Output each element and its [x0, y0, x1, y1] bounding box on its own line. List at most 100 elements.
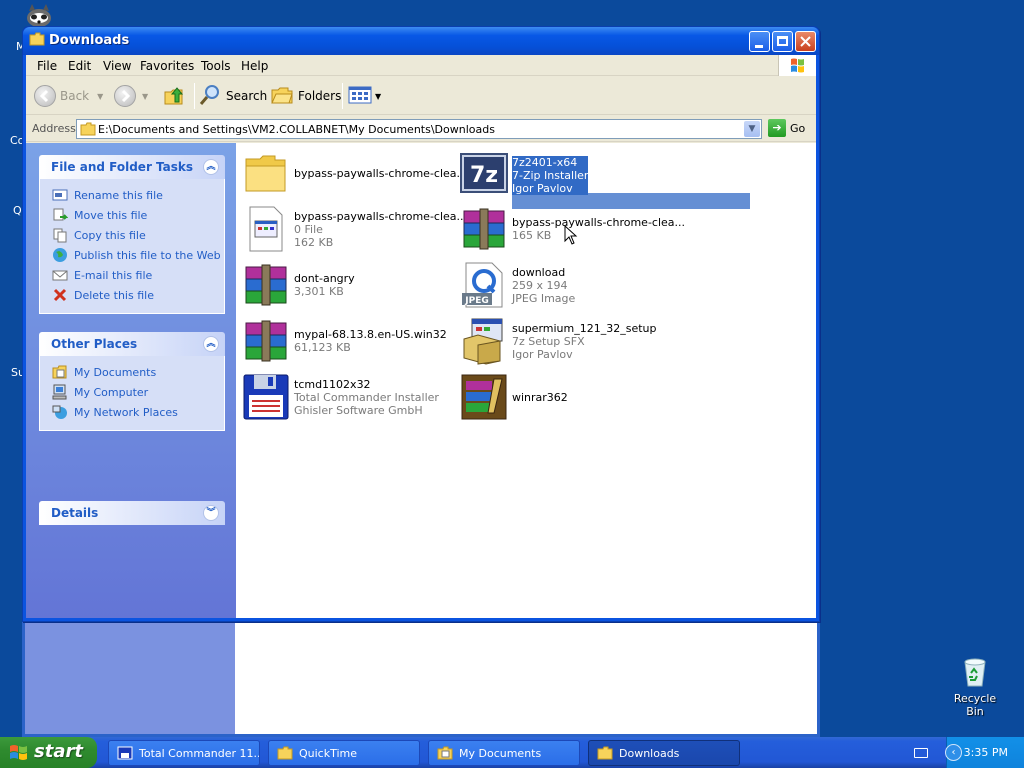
start-label: start — [34, 741, 83, 762]
maximize-button[interactable] — [772, 31, 793, 52]
task-rename-file[interactable]: Rename this file — [52, 185, 224, 205]
menu-view[interactable]: View — [103, 59, 131, 73]
file-item[interactable]: bypass-paywalls-chrome-clea... — [242, 149, 467, 197]
show-hidden-icons-chevron-icon[interactable]: ‹ — [945, 744, 962, 761]
title-bar[interactable]: Downloads — [23, 27, 819, 55]
task-email-file[interactable]: E-mail this file — [52, 265, 224, 285]
task-delete-file[interactable]: Delete this file — [52, 285, 224, 305]
place-label: My Network Places — [74, 405, 178, 419]
floppy-icon — [242, 373, 290, 421]
panel-title: Details — [51, 506, 99, 520]
taskbar-button-quicktime[interactable]: QuickTime — [268, 740, 420, 766]
taskbar-button-total-commander[interactable]: Total Commander 11.... — [108, 740, 260, 766]
place-label: My Documents — [74, 365, 157, 379]
taskbar-button-my-documents[interactable]: My Documents — [428, 740, 580, 766]
file-detail: 259 x 194 — [512, 278, 568, 292]
folder-icon — [597, 746, 613, 760]
panel-title: File and Folder Tasks — [51, 160, 194, 174]
task-publish-web[interactable]: Publish this file to the Web — [52, 245, 224, 265]
file-name: bypass-paywalls-chrome-clea... — [294, 166, 468, 180]
file-detail: 0 File — [294, 222, 323, 236]
address-input[interactable]: E:\Documents and Settings\VM2.COLLABNET\… — [76, 119, 762, 139]
my-computer-icon — [52, 384, 68, 400]
menu-favorites[interactable]: Favorites — [140, 59, 194, 73]
address-dropdown-button[interactable]: ▼ — [744, 121, 760, 137]
minimize-button[interactable] — [749, 31, 770, 52]
views-button[interactable]: ▼ — [348, 83, 381, 109]
file-detail: 3,301 KB — [294, 285, 344, 298]
system-tray: ‹ 3:35 PM — [945, 737, 1024, 768]
taskbar-button-downloads[interactable]: Downloads — [588, 740, 740, 766]
place-my-computer[interactable]: My Computer — [52, 382, 224, 402]
file-item[interactable]: winrar362 — [460, 373, 568, 421]
generic-file-icon — [242, 205, 290, 253]
taskbar-button-label: My Documents — [459, 746, 542, 760]
task-pane: File and Folder Tasks ︽ Rename this file… — [26, 143, 236, 618]
file-detail: JPEG Image — [512, 291, 576, 305]
file-name: supermium_121_32_setup — [512, 321, 657, 335]
clock[interactable]: 3:35 PM — [964, 746, 1008, 759]
windows-logo-icon — [778, 55, 816, 76]
start-button[interactable]: start — [0, 737, 97, 768]
file-name: download — [512, 265, 566, 279]
task-move-file[interactable]: Move this file — [52, 205, 224, 225]
go-button[interactable]: ➔ Go — [768, 119, 805, 137]
toolbar-separator — [342, 83, 343, 109]
task-copy-file[interactable]: Copy this file — [52, 225, 224, 245]
expand-chevron-icon[interactable]: ︾ — [203, 505, 219, 521]
windows-logo-icon — [8, 743, 30, 763]
taskbar-button-label: Total Commander 11.... — [139, 746, 260, 760]
winrar-archive-icon — [242, 317, 290, 365]
file-name: dont-angry — [294, 272, 355, 285]
menu-tools[interactable]: Tools — [201, 59, 231, 73]
toolbar-separator — [194, 83, 195, 109]
folder-icon — [80, 122, 96, 136]
collapse-chevron-icon[interactable]: ︽ — [203, 336, 219, 352]
menu-edit[interactable]: Edit — [68, 59, 91, 73]
desktop-icon-raccoon[interactable] — [24, 2, 54, 28]
folders-button[interactable]: Folders — [270, 83, 341, 109]
file-detail: 61,123 KB — [294, 341, 351, 354]
file-name: winrar362 — [512, 390, 568, 404]
forward-button[interactable]: ▼ — [114, 83, 148, 109]
7zip-icon: 7z — [460, 153, 508, 201]
file-name: 7z2401-x64 — [512, 155, 578, 169]
file-item[interactable]: dont-angry 3,301 KB — [242, 261, 355, 309]
place-my-documents[interactable]: My Documents — [52, 362, 224, 382]
collapse-chevron-icon[interactable]: ︽ — [203, 159, 219, 175]
task-label: Move this file — [74, 208, 148, 222]
recycle-bin[interactable]: Recycle Bin — [944, 656, 1006, 718]
move-icon — [52, 207, 69, 223]
views-icon — [348, 84, 372, 109]
my-documents-icon — [52, 364, 68, 380]
chevron-down-icon: ▼ — [97, 91, 104, 101]
file-item[interactable]: bypass-paywalls-chrome-clea... 165 KB — [460, 205, 685, 253]
close-button[interactable] — [795, 31, 816, 52]
delete-x-icon — [52, 287, 68, 303]
up-folder-button[interactable] — [162, 83, 186, 109]
menu-help[interactable]: Help — [241, 59, 268, 73]
chevron-down-icon: ▼ — [142, 91, 149, 101]
panel-header[interactable]: Details ︾ — [39, 501, 225, 525]
file-detail: Ghisler Software GmbH — [294, 403, 423, 417]
keyboard-icon[interactable] — [914, 748, 928, 758]
file-item[interactable]: bypass-paywalls-chrome-clea... 0 File 16… — [242, 205, 467, 253]
back-button[interactable]: Back ▼ — [34, 83, 103, 109]
menu-file[interactable]: File — [37, 59, 57, 73]
panel-header[interactable]: Other Places ︽ — [39, 332, 225, 356]
panel-header[interactable]: File and Folder Tasks ︽ — [39, 155, 225, 179]
place-my-network[interactable]: My Network Places — [52, 402, 224, 422]
menu-bar: File Edit View Favorites Tools Help — [26, 55, 816, 76]
svg-text:JPEG: JPEG — [464, 296, 488, 306]
file-list: bypass-paywalls-chrome-clea... 7z 7z2401… — [236, 143, 816, 618]
file-item[interactable]: JPEG download 259 x 194 JPEG Image — [460, 261, 575, 309]
search-button[interactable]: Search — [198, 83, 267, 109]
svg-text:7z: 7z — [470, 163, 498, 188]
file-item[interactable]: tcmd1102x32 Total Commander Installer Gh… — [242, 373, 439, 421]
file-item[interactable]: supermium_121_32_setup 7z Setup SFX Igor… — [460, 317, 657, 365]
file-item-selected[interactable]: 7z 7z2401-x64 7-Zip Installer Igor Pavlo… — [460, 153, 589, 201]
forward-arrow-icon — [114, 85, 136, 107]
file-item[interactable]: mypal-68.13.8.en-US.win32 61,123 KB — [242, 317, 447, 365]
explorer-window: Downloads File Edit View Favorites Tools… — [22, 26, 820, 622]
file-detail: Igor Pavlov — [512, 181, 573, 195]
